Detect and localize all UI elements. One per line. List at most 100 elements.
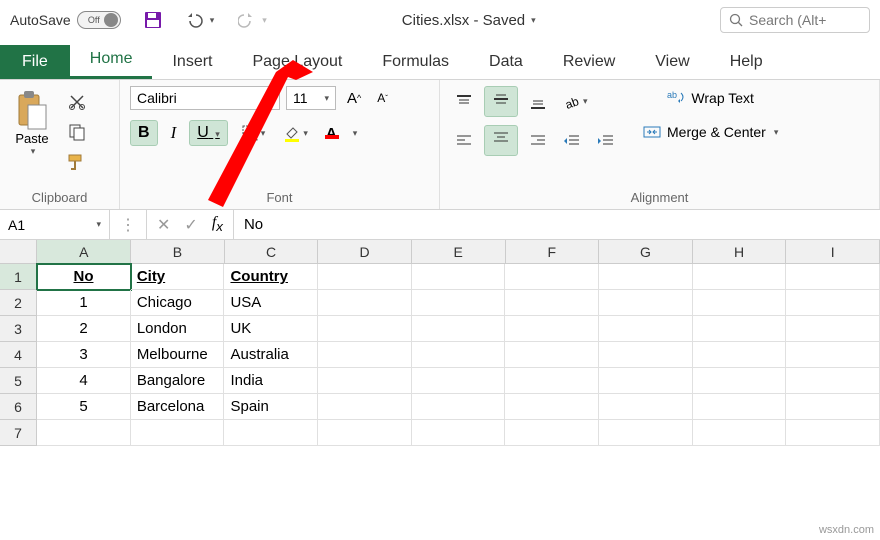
cell-I6[interactable] [786, 394, 880, 420]
name-box[interactable]: A1 ▾ [0, 210, 110, 239]
font-color-icon[interactable]: A▾ [321, 122, 362, 145]
cell-B2[interactable]: Chicago [131, 290, 225, 316]
select-all-corner[interactable] [0, 240, 37, 264]
cell-G2[interactable] [599, 290, 693, 316]
underline-button[interactable]: U ▾ [189, 120, 228, 146]
cell-I2[interactable] [786, 290, 880, 316]
cell-C4[interactable]: Australia [224, 342, 318, 368]
fill-color-icon[interactable]: ▾ [278, 121, 313, 145]
cell-H1[interactable] [693, 264, 787, 290]
align-center-icon[interactable] [484, 125, 518, 156]
cell-G6[interactable] [599, 394, 693, 420]
cell-D7[interactable] [318, 420, 412, 446]
spreadsheet-grid[interactable]: ABCDEFGHI1NoCityCountry21ChicagoUSA32Lon… [0, 240, 880, 446]
cell-D6[interactable] [318, 394, 412, 420]
cell-C6[interactable]: Spain [224, 394, 318, 420]
cell-G4[interactable] [599, 342, 693, 368]
col-header-C[interactable]: C [225, 240, 319, 264]
cell-C5[interactable]: India [224, 368, 318, 394]
cell-B6[interactable]: Barcelona [131, 394, 225, 420]
bold-button[interactable]: B [130, 120, 158, 146]
cell-D1[interactable] [318, 264, 412, 290]
cell-C3[interactable]: UK [224, 316, 318, 342]
cell-F1[interactable] [505, 264, 599, 290]
cell-H6[interactable] [693, 394, 787, 420]
decrease-font-icon[interactable]: Aˇ [372, 88, 393, 108]
undo-icon[interactable]: ▾ [181, 9, 220, 31]
merge-center-button[interactable]: Merge & Center ▾ [638, 120, 783, 144]
cell-B7[interactable] [131, 420, 225, 446]
cell-I5[interactable] [786, 368, 880, 394]
cell-C2[interactable]: USA [224, 290, 318, 316]
cell-H5[interactable] [693, 368, 787, 394]
col-header-D[interactable]: D [318, 240, 412, 264]
copy-icon[interactable] [62, 120, 92, 144]
col-header-E[interactable]: E [412, 240, 506, 264]
cell-A1[interactable]: No [37, 264, 131, 290]
toggle-switch[interactable]: Off [77, 11, 121, 29]
cell-E1[interactable] [412, 264, 506, 290]
cell-D5[interactable] [318, 368, 412, 394]
cell-F3[interactable] [505, 316, 599, 342]
cell-I7[interactable] [786, 420, 880, 446]
cell-C7[interactable] [224, 420, 318, 446]
cell-G5[interactable] [599, 368, 693, 394]
col-header-G[interactable]: G [599, 240, 693, 264]
paste-button[interactable]: Paste ▾ [10, 86, 54, 160]
align-middle-icon[interactable] [484, 86, 518, 117]
wrap-text-button[interactable]: ab Wrap Text [638, 86, 783, 110]
cell-F2[interactable] [505, 290, 599, 316]
format-painter-icon[interactable] [62, 150, 92, 174]
font-family-select[interactable]: Calibri▾ [130, 86, 280, 110]
col-header-F[interactable]: F [506, 240, 600, 264]
col-header-H[interactable]: H [693, 240, 787, 264]
autosave-toggle[interactable]: AutoSave Off [10, 11, 121, 29]
cell-D4[interactable] [318, 342, 412, 368]
tab-view[interactable]: View [635, 45, 709, 79]
align-left-icon[interactable] [450, 129, 478, 153]
tab-formulas[interactable]: Formulas [362, 45, 469, 79]
cell-G3[interactable] [599, 316, 693, 342]
document-title[interactable]: Cities.xlsx - Saved ▾ [402, 12, 536, 29]
cell-B4[interactable]: Melbourne [131, 342, 225, 368]
cell-E6[interactable] [412, 394, 506, 420]
col-header-B[interactable]: B [131, 240, 225, 264]
tab-data[interactable]: Data [469, 45, 543, 79]
cell-G7[interactable] [599, 420, 693, 446]
italic-button[interactable]: I [166, 120, 182, 146]
cell-H2[interactable] [693, 290, 787, 316]
cell-A6[interactable]: 5 [37, 394, 131, 420]
cell-H7[interactable] [693, 420, 787, 446]
font-size-select[interactable]: 11▾ [286, 86, 336, 110]
namebox-expand-icon[interactable]: ⋮ [120, 215, 136, 235]
cell-E3[interactable] [412, 316, 506, 342]
cut-icon[interactable] [62, 90, 92, 114]
align-top-icon[interactable] [450, 90, 478, 114]
decrease-indent-icon[interactable] [558, 129, 586, 153]
cell-E7[interactable] [412, 420, 506, 446]
row-header-5[interactable]: 5 [0, 368, 37, 394]
align-right-icon[interactable] [524, 129, 552, 153]
formula-input[interactable]: No [234, 210, 880, 239]
search-input[interactable]: Search (Alt+ [720, 7, 870, 33]
cell-H4[interactable] [693, 342, 787, 368]
cell-I4[interactable] [786, 342, 880, 368]
cell-I3[interactable] [786, 316, 880, 342]
tab-review[interactable]: Review [543, 45, 635, 79]
orientation-icon[interactable]: ab▾ [558, 90, 593, 114]
redo-icon[interactable]: ▾ [233, 9, 272, 31]
increase-indent-icon[interactable] [592, 129, 620, 153]
cell-B5[interactable]: Bangalore [131, 368, 225, 394]
borders-icon[interactable]: ▾ [236, 121, 271, 145]
cell-F4[interactable] [505, 342, 599, 368]
tab-insert[interactable]: Insert [152, 45, 232, 79]
cell-D2[interactable] [318, 290, 412, 316]
cell-E4[interactable] [412, 342, 506, 368]
cell-A3[interactable]: 2 [37, 316, 131, 342]
increase-font-icon[interactable]: A^ [342, 87, 366, 110]
row-header-2[interactable]: 2 [0, 290, 37, 316]
cell-H3[interactable] [693, 316, 787, 342]
cell-E2[interactable] [412, 290, 506, 316]
cell-C1[interactable]: Country [224, 264, 318, 290]
cell-D3[interactable] [318, 316, 412, 342]
